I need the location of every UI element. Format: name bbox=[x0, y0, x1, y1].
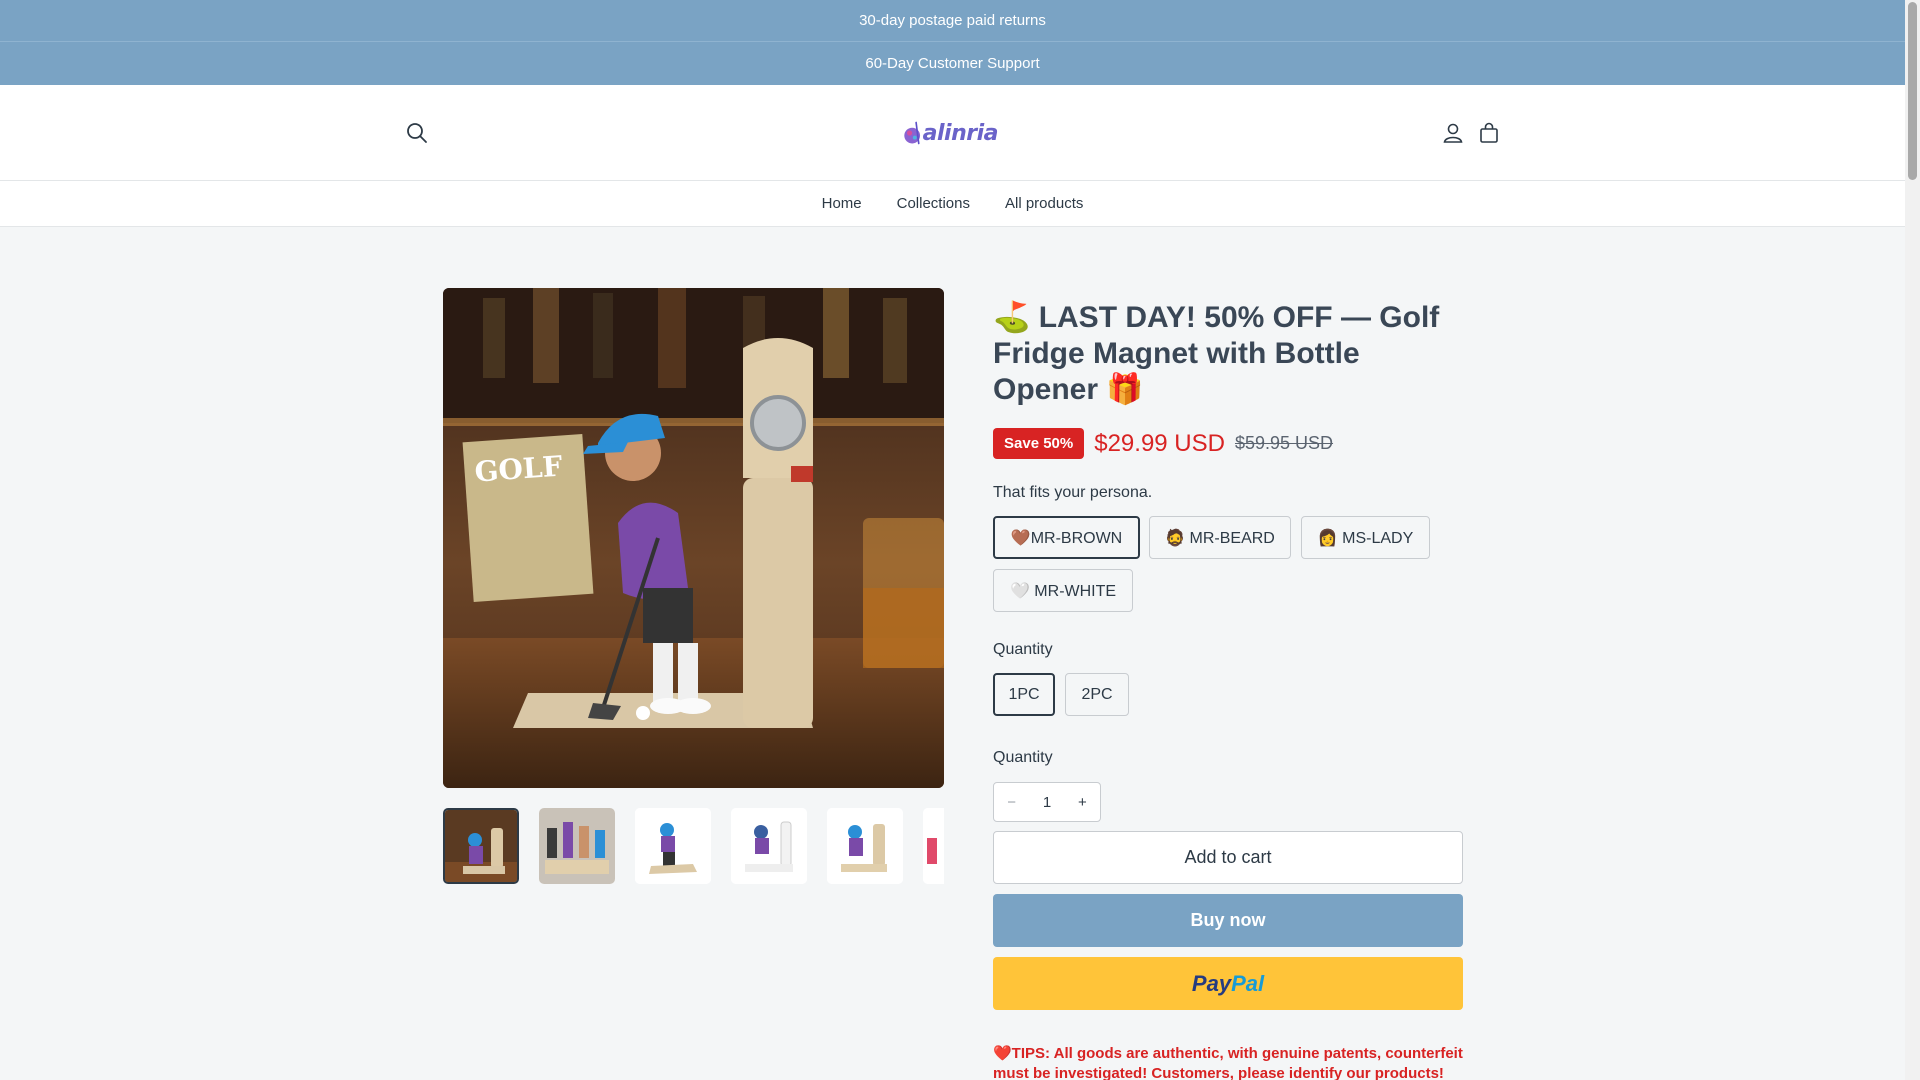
sale-badge: Save 50% bbox=[993, 428, 1085, 459]
quantity-input[interactable]: 1 bbox=[1029, 794, 1064, 811]
persona-label: That fits your persona. bbox=[993, 484, 1153, 501]
option-2pc[interactable]: 2PC bbox=[1065, 673, 1129, 716]
account-icon[interactable] bbox=[1437, 117, 1469, 149]
page-scrollbar[interactable] bbox=[1905, 0, 1920, 1080]
thumbnail-2[interactable] bbox=[539, 808, 615, 884]
thumbnail-1[interactable] bbox=[443, 808, 519, 884]
product-main-image[interactable]: GOLF bbox=[443, 288, 944, 788]
compare-at-price: $59.95 USD bbox=[1234, 433, 1334, 453]
add-to-cart-button[interactable]: Add to cart bbox=[993, 831, 1463, 884]
quantity-stepper: − 1 + bbox=[993, 782, 1101, 822]
logo-mark-icon bbox=[904, 121, 921, 145]
nav-collections[interactable]: Collections bbox=[897, 195, 970, 212]
option-mr-beard[interactable]: 🧔 MR-BEARD bbox=[1149, 516, 1291, 559]
thumbnail-3[interactable] bbox=[635, 808, 711, 884]
logo-text: alinria bbox=[922, 120, 999, 146]
option-mr-brown[interactable]: 🤎MR-BROWN bbox=[993, 516, 1140, 559]
pack-quantity-label: Quantity bbox=[993, 641, 1053, 658]
price-row: Save 50% $29.99 USD $59.95 USD bbox=[993, 428, 1333, 459]
main-navigation: Home Collections All products bbox=[0, 181, 1905, 227]
thumbnail-strip bbox=[443, 808, 944, 884]
sale-price: $29.99 USD bbox=[1094, 429, 1225, 457]
store-logo[interactable]: alinria bbox=[903, 105, 999, 161]
thumbnail-5[interactable] bbox=[827, 808, 903, 884]
quantity-decrease-button[interactable]: − bbox=[994, 794, 1029, 811]
svg-text:GOLF: GOLF bbox=[474, 450, 564, 489]
buy-now-button[interactable]: Buy now bbox=[993, 894, 1463, 947]
announcement-bar-returns: 30-day postage paid returns bbox=[0, 0, 1905, 42]
scrollbar-thumb[interactable] bbox=[1908, 2, 1917, 180]
paypal-button[interactable]: PayPal bbox=[993, 957, 1463, 1010]
product-info: ⛳ LAST DAY! 50% OFF — Golf Fridge Magnet… bbox=[993, 300, 1463, 1080]
site-header: alinria bbox=[0, 85, 1905, 181]
announcement-bar-support: 60-Day Customer Support bbox=[0, 42, 1905, 85]
thumbnail-6[interactable] bbox=[923, 808, 944, 884]
nav-all-products[interactable]: All products bbox=[1005, 195, 1083, 212]
product-title: ⛳ LAST DAY! 50% OFF — Golf Fridge Magnet… bbox=[993, 301, 1440, 406]
nav-home[interactable]: Home bbox=[822, 195, 862, 212]
quantity-increase-button[interactable]: + bbox=[1065, 794, 1100, 811]
option-ms-lady[interactable]: 👩 MS-LADY bbox=[1301, 516, 1430, 559]
authenticity-tips: ❤️TIPS: All goods are authentic, with ge… bbox=[993, 1045, 1463, 1080]
paypal-logo: PayPal bbox=[1191, 970, 1265, 996]
thumbnail-4[interactable] bbox=[731, 808, 807, 884]
option-1pc[interactable]: 1PC bbox=[993, 673, 1055, 716]
search-icon[interactable] bbox=[401, 117, 433, 149]
option-mr-white[interactable]: 🤍 MR-WHITE bbox=[993, 569, 1133, 612]
quantity-label: Quantity bbox=[993, 749, 1053, 766]
cart-icon[interactable] bbox=[1473, 117, 1505, 149]
